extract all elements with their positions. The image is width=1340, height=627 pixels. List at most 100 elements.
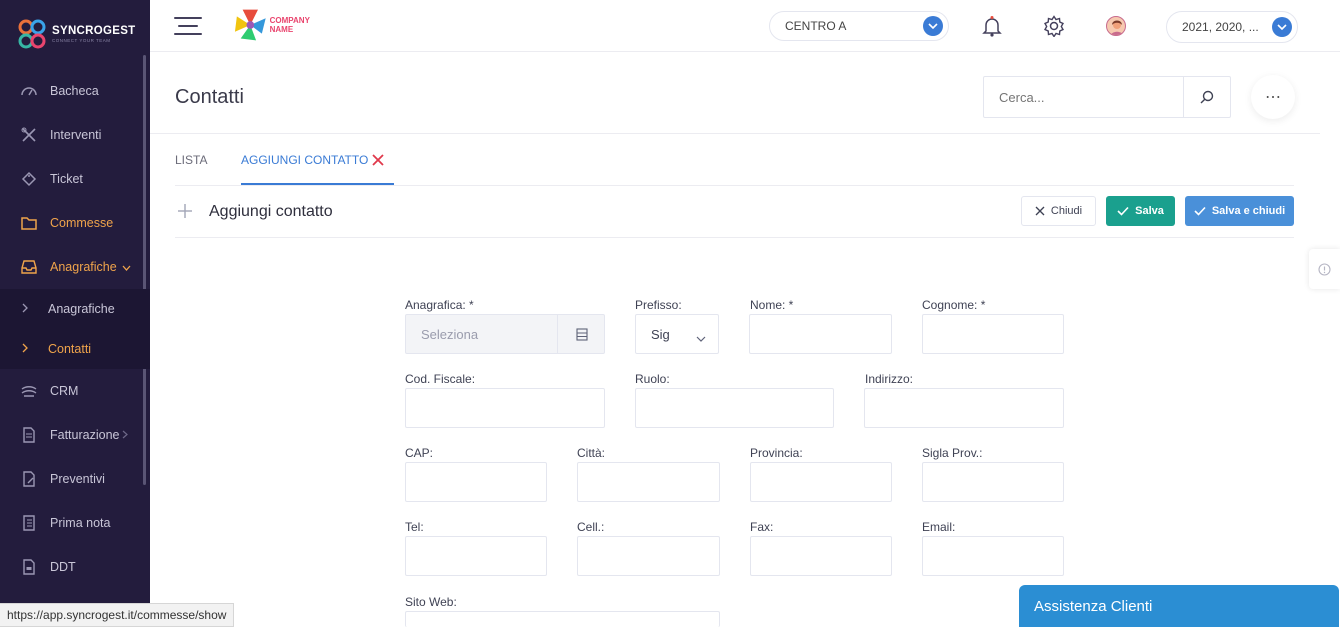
sidebar-item-label: Prima nota	[50, 516, 111, 530]
salva-button[interactable]: Salva	[1106, 196, 1175, 226]
list-icon[interactable]	[557, 315, 605, 353]
tel-field-wrap	[405, 536, 547, 576]
page-title: Contatti	[175, 86, 244, 108]
indirizzo-label: Indirizzo:	[865, 372, 914, 386]
tel-field[interactable]	[406, 537, 546, 575]
sidebar-item-crm[interactable]: CRM	[0, 369, 150, 413]
anagrafica-label: Anagrafica: *	[405, 298, 474, 312]
user-avatar[interactable]	[1106, 16, 1126, 36]
sidebar: SYNCROGEST CONNECT YOUR TEAM Bacheca Int…	[0, 0, 150, 627]
indirizzo-field-wrap	[864, 388, 1064, 428]
ruolo-field[interactable]	[636, 389, 833, 427]
more-options-button[interactable]: ⋯	[1251, 75, 1295, 119]
info-side-tab[interactable]	[1309, 249, 1340, 289]
sidebar-item-label: CRM	[50, 384, 79, 398]
divider	[150, 133, 1320, 134]
cod-fiscale-field-wrap	[405, 388, 605, 428]
ddt-icon	[18, 556, 40, 578]
sidebar-item-anagrafiche[interactable]: Anagrafiche	[0, 245, 150, 289]
status-bar-url: https://app.syncrogest.it/commesse/show	[0, 603, 235, 627]
sidebar-item-ddt[interactable]: DDT	[0, 545, 150, 589]
prefisso-label: Prefisso:	[635, 298, 682, 312]
email-field[interactable]	[923, 537, 1063, 575]
sidebar-item-label: Preventivi	[50, 472, 105, 486]
ledger-icon	[18, 512, 40, 534]
centro-select[interactable]: CENTRO A	[769, 11, 949, 41]
nome-field-wrap	[749, 314, 892, 354]
ticket-icon	[18, 168, 40, 190]
sidebar-item-label: Anagrafiche	[50, 260, 117, 274]
email-field-wrap	[922, 536, 1064, 576]
sito-web-field[interactable]	[406, 613, 719, 627]
fax-field-wrap	[750, 536, 892, 576]
sito-web-label: Sito Web:	[405, 595, 457, 609]
cod-fiscale-field[interactable]	[406, 389, 604, 427]
cap-field[interactable]	[406, 463, 546, 501]
sigla-prov-field[interactable]	[923, 463, 1063, 501]
search-input[interactable]	[984, 77, 1183, 117]
sidebar-subitem-anagrafiche[interactable]: Anagrafiche	[0, 289, 150, 329]
cap-label: CAP:	[405, 446, 434, 460]
prefisso-value: Sig	[651, 327, 670, 342]
cell-field[interactable]	[578, 537, 719, 575]
info-icon	[1318, 262, 1331, 276]
tab-aggiungi-contatto[interactable]: AGGIUNGI CONTATTO	[241, 153, 368, 167]
sito-web-field-wrap	[405, 611, 720, 627]
cognome-label: Cognome: *	[922, 298, 986, 312]
assistenza-clienti-chat[interactable]: Assistenza Clienti	[1019, 585, 1339, 627]
fax-field[interactable]	[751, 537, 891, 575]
quote-icon	[18, 468, 40, 490]
company-logo[interactable]: COMPANY NAME	[233, 6, 333, 44]
sigla-prov-field-wrap	[922, 462, 1064, 502]
folder-icon	[18, 212, 40, 234]
search-button[interactable]	[1183, 77, 1230, 117]
indirizzo-field[interactable]	[865, 389, 1063, 427]
sidebar-item-preventivi[interactable]: Preventivi	[0, 457, 150, 501]
anagrafica-placeholder: Seleziona	[421, 327, 479, 342]
close-icon[interactable]	[371, 153, 385, 167]
sidebar-item-label: Commesse	[50, 216, 114, 230]
sidebar-item-ticket[interactable]: Ticket	[0, 157, 150, 201]
citta-label: Città:	[577, 446, 606, 460]
sidebar-item-bacheca[interactable]: Bacheca	[0, 69, 150, 113]
search-icon	[1200, 90, 1214, 104]
citta-field[interactable]	[578, 463, 719, 501]
sigla-prov-label: Sigla Prov.:	[922, 446, 983, 460]
cap-field-wrap	[405, 462, 547, 502]
check-icon	[1194, 206, 1206, 216]
sidebar-item-prima-nota[interactable]: Prima nota	[0, 501, 150, 545]
chevron-right-icon	[22, 343, 28, 356]
hamburger-menu-icon[interactable]	[174, 17, 202, 35]
nome-field[interactable]	[750, 315, 891, 353]
salva-e-chiudi-button[interactable]: Salva e chiudi	[1185, 196, 1294, 226]
sidebar-subitem-contatti[interactable]: Contatti	[0, 329, 150, 369]
brand[interactable]: SYNCROGEST CONNECT YOUR TEAM	[16, 17, 136, 51]
tab-lista[interactable]: LISTA	[175, 153, 207, 167]
provincia-field-wrap	[750, 462, 892, 502]
sidebar-item-interventi[interactable]: Interventi	[0, 113, 150, 157]
sidebar-item-label: Anagrafiche	[48, 302, 115, 316]
sidebar-item-fatturazione[interactable]: Fatturazione	[0, 413, 150, 457]
more-dots-icon: ⋯	[1265, 89, 1281, 106]
check-icon	[1117, 206, 1129, 216]
chevron-down-icon	[923, 16, 943, 36]
bell-icon[interactable]	[980, 14, 1004, 38]
chiudi-button[interactable]: Chiudi	[1021, 196, 1096, 226]
years-select[interactable]: 2021, 2020, ...	[1166, 11, 1298, 43]
gear-icon[interactable]	[1042, 14, 1066, 38]
topbar: COMPANY NAME CENTRO A 2021, 2020, ...	[150, 0, 1340, 52]
sidebar-item-label: Bacheca	[50, 84, 99, 98]
chevron-right-icon	[122, 430, 128, 441]
prefisso-select[interactable]: Sig	[635, 314, 719, 354]
cell-label: Cell.:	[577, 520, 605, 534]
sidebar-item-commesse[interactable]: Commesse	[0, 201, 150, 245]
plus-icon	[177, 203, 193, 219]
dashboard-icon	[18, 80, 40, 102]
email-label: Email:	[922, 520, 956, 534]
sidebar-item-label: Contatti	[48, 342, 92, 356]
cod-fiscale-label: Cod. Fiscale:	[405, 372, 476, 386]
chevron-right-icon	[22, 303, 28, 316]
provincia-field[interactable]	[751, 463, 891, 501]
cognome-field[interactable]	[923, 315, 1063, 353]
anagrafica-select[interactable]: Seleziona	[405, 314, 605, 354]
